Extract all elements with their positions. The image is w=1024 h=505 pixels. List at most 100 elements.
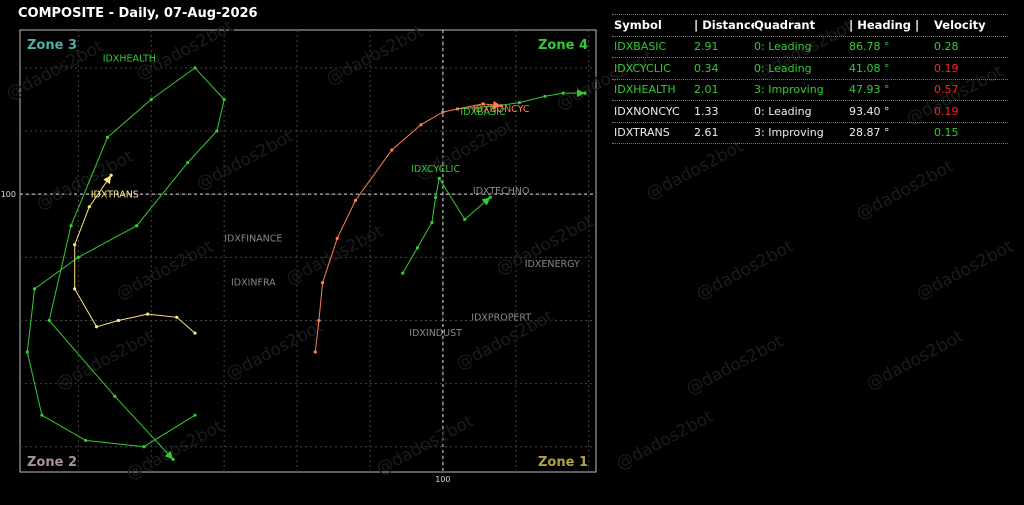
symbol-table: Symbol | Distance | Quadrant | Heading |… (612, 14, 1008, 144)
row-velocity: 0.57 (934, 83, 959, 97)
series-point (94, 325, 99, 329)
watermark-text: @dados2bot (323, 21, 427, 89)
row-symbol: IDXNONCYC (614, 104, 680, 118)
series-label: IDXINDUST (409, 328, 462, 339)
series-point (113, 394, 117, 398)
row-velocity: 0.15 (934, 126, 959, 140)
series-point (193, 413, 197, 417)
row-distance: 1.33 (694, 104, 719, 118)
row-heading: 47.93 ° (849, 83, 890, 97)
series-point (175, 315, 179, 319)
header-quadrant: Quadrant (754, 18, 816, 33)
row-quadrant: 3: Improving (754, 83, 824, 97)
row-heading: 28.87 ° (849, 126, 890, 140)
series-label: IDXPROPERT (471, 312, 531, 323)
plot-frame (19, 29, 597, 473)
watermark-text: @dados2bot (283, 221, 387, 289)
series-point (353, 198, 357, 203)
watermark-text: @dados2bot (853, 156, 957, 224)
table-body: IDXBASIC 2.91 0: Leading 86.78 ° 0.28 IDXCYCL… (612, 37, 1008, 144)
row-velocity: 0.28 (934, 40, 959, 54)
series-point (561, 91, 565, 95)
series-point (69, 224, 73, 228)
series-point (419, 123, 423, 127)
table-row: IDXNONCYC 1.33 0: Leading 93.40 ° 0.19 (612, 101, 1008, 123)
series-point (73, 243, 77, 247)
series-label: IDXCYCLIC (411, 164, 460, 175)
row-quadrant: 0: Leading (754, 40, 812, 54)
watermark-text: @dados2bot (683, 331, 787, 399)
table-row: IDXHEALTH 2.01 3: Improving 47.93 ° 0.57 (612, 80, 1008, 101)
row-symbol: IDXTRANS (614, 126, 670, 140)
series-point (32, 287, 37, 291)
series-point (317, 318, 321, 323)
row-heading: 41.08 ° (849, 61, 890, 75)
series-point (73, 287, 77, 291)
table-header: Symbol | Distance | Quadrant | Heading |… (612, 14, 1008, 37)
row-distance: 2.01 (694, 83, 719, 97)
series-point (543, 94, 547, 98)
series-point (142, 445, 146, 449)
series-point (105, 135, 110, 139)
series-point (401, 271, 405, 275)
series-point (47, 318, 51, 323)
series-point (437, 176, 441, 180)
series-point (430, 220, 434, 225)
series-point (215, 129, 219, 133)
row-distance: 0.34 (694, 61, 719, 75)
row-symbol: IDXCYCLIC (614, 61, 671, 75)
row-quadrant: 0: Leading (754, 61, 812, 75)
series-point (433, 195, 438, 199)
series-label: IDXHEALTH (103, 54, 156, 65)
row-velocity: 0.19 (934, 61, 959, 75)
row-distance: 2.91 (694, 40, 719, 54)
series-point (186, 161, 190, 165)
table-row: IDXBASIC 2.91 0: Leading 86.78 ° 0.28 (612, 37, 1008, 58)
watermark-text: @dados2bot (693, 236, 797, 304)
y-tick-label: 100 (1, 190, 16, 199)
watermark-text: @dados2bot (643, 136, 747, 204)
zone-label: Zone 3 (27, 38, 77, 53)
row-symbol: IDXHEALTH (614, 83, 676, 97)
zone-label: Zone 4 (538, 38, 588, 53)
series-point (415, 246, 419, 250)
series-point (84, 438, 88, 443)
watermark-text: @dados2bot (913, 236, 1017, 304)
series-point (193, 331, 197, 335)
watermark-text: @dados2bot (33, 146, 137, 214)
series-point (87, 205, 91, 209)
watermark-text: @dados2bot (133, 16, 237, 84)
zone-label: Zone 1 (538, 455, 588, 470)
header-distance: | Distance | (694, 18, 754, 33)
watermark-text: @dados2bot (113, 236, 217, 304)
series-point (455, 107, 460, 111)
series-point (313, 350, 317, 354)
series-point (390, 148, 394, 152)
header-heading: | Heading | (849, 18, 920, 33)
series-label: IDXTRANS (91, 189, 139, 200)
watermark-text: @dados2bot (613, 406, 717, 474)
x-tick-label: 100 (435, 475, 450, 484)
watermark-text: @dados2bot (863, 326, 967, 394)
series-point (135, 224, 139, 228)
series-label: IDXTECHNO (473, 186, 530, 197)
row-velocity: 0.19 (934, 104, 959, 118)
series-point (40, 413, 44, 417)
table-row: IDXCYCLIC 0.34 0: Leading 41.08 ° 0.19 (612, 58, 1008, 80)
row-quadrant: 0: Leading (754, 104, 812, 118)
series-point (320, 280, 325, 285)
series-label: IDXINFRA (231, 278, 276, 289)
series-point (222, 97, 226, 102)
series-point (193, 66, 197, 70)
series-point (441, 110, 445, 114)
series-point (149, 97, 153, 102)
series-point (76, 255, 80, 259)
row-symbol: IDXBASIC (614, 40, 667, 54)
header-symbol: Symbol (614, 18, 662, 33)
series-point (463, 217, 467, 222)
watermark-text: @dados2bot (193, 126, 297, 194)
series-point (25, 350, 29, 354)
series-label: IDXFINANCE (224, 234, 282, 245)
row-distance: 2.61 (694, 126, 719, 140)
watermark-text: @dados2bot (223, 316, 327, 384)
